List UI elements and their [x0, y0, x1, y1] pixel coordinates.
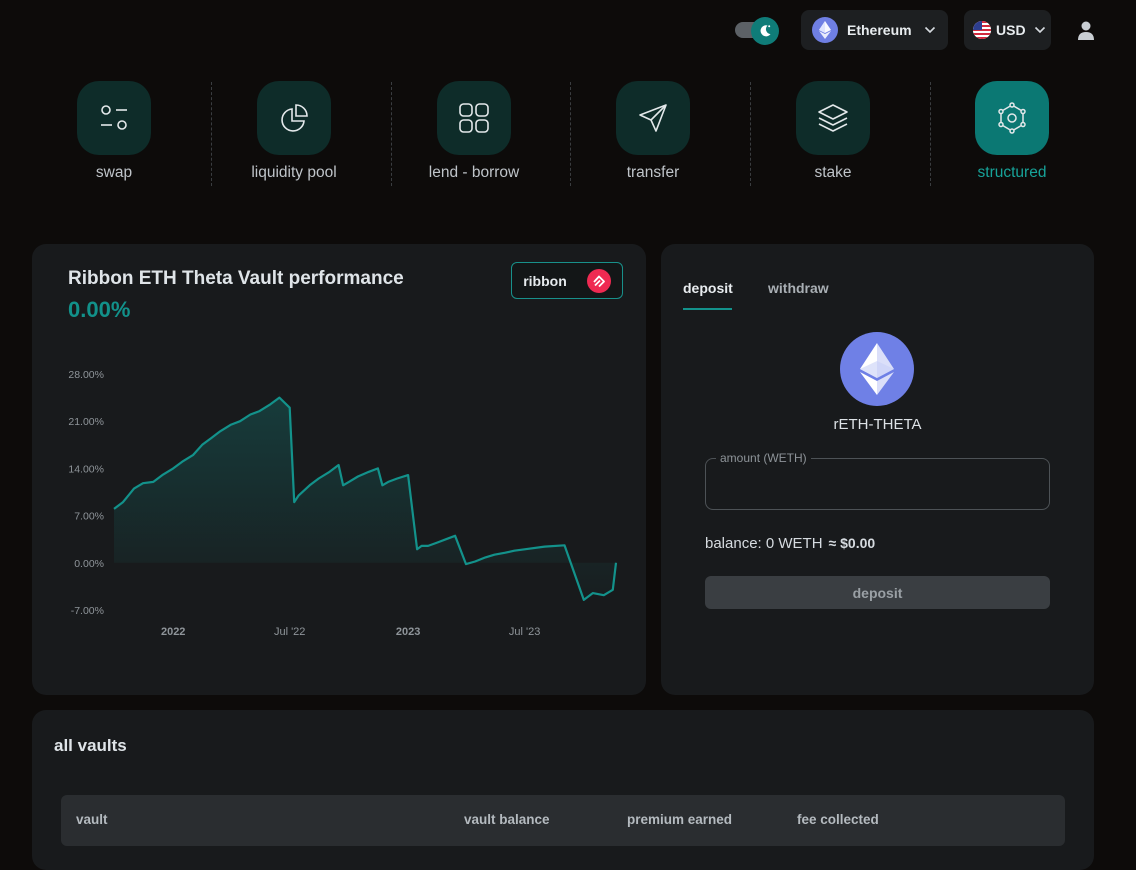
stake-tile[interactable] — [796, 81, 870, 155]
top-bar: Ethereum USD — [0, 0, 1136, 62]
pie-chart-icon — [281, 104, 308, 132]
all-vaults-title: all vaults — [54, 736, 127, 755]
balance-text: balance: 0 WETH — [705, 535, 823, 552]
deposit-button[interactable]: deposit — [705, 576, 1050, 609]
y-tick-label: -7.00% — [71, 605, 104, 617]
active-tab-indicator — [683, 308, 732, 310]
ethereum-icon — [840, 332, 914, 406]
action-label: structured — [977, 164, 1047, 181]
user-icon[interactable] — [1076, 20, 1096, 42]
all-vaults-card: all vaults vault vault balance premium e… — [32, 710, 1094, 870]
x-tick-label: 2023 — [396, 626, 420, 638]
column-header-fee-collected[interactable]: fee collected — [797, 812, 879, 827]
action-bar: swap liquidity pool lend - borrow transf… — [24, 80, 1112, 190]
ethereum-icon — [812, 17, 838, 43]
balance-usd: ≈ $0.00 — [828, 535, 876, 551]
swap-tile[interactable] — [77, 81, 151, 155]
action-label: liquidity pool — [251, 164, 337, 181]
action-stake[interactable]: stake — [743, 80, 923, 190]
layers-icon — [818, 104, 848, 132]
chevron-down-icon — [1034, 26, 1046, 34]
y-tick-label: 28.00% — [68, 369, 104, 381]
action-transfer[interactable]: transfer — [563, 80, 743, 190]
action-label: lend - borrow — [428, 164, 520, 181]
y-tick-label: 7.00% — [74, 511, 104, 523]
network-selector[interactable]: Ethereum — [801, 10, 948, 50]
amount-input[interactable] — [716, 471, 1040, 499]
deposit-card: deposit withdraw rETH-THETA amount (WETH… — [661, 244, 1094, 695]
vault-token-name: rETH-THETA — [833, 416, 922, 433]
currency-selector[interactable]: USD — [964, 10, 1051, 50]
column-header-vault[interactable]: vault — [76, 812, 108, 827]
vaults-table-header: vault vault balance premium earned fee c… — [61, 795, 1065, 846]
x-tick-label: Jul '23 — [509, 626, 540, 638]
swap-icon — [101, 105, 127, 130]
theme-toggle-knob — [751, 17, 779, 45]
action-liquidity-pool[interactable]: liquidity pool — [204, 80, 384, 190]
y-tick-label: 21.00% — [68, 416, 104, 428]
amount-label: amount (WETH) — [716, 451, 811, 465]
performance-chart: 28.00% 21.00% 14.00% 7.00% 0.00% -7.00% 2022 J… — [68, 369, 618, 638]
us-flag-icon — [973, 21, 991, 39]
grid-icon — [459, 103, 489, 133]
action-structured[interactable]: structured — [922, 80, 1102, 190]
liquidity-pool-tile[interactable] — [257, 81, 331, 155]
network-name: Ethereum — [847, 22, 912, 38]
atom-icon — [998, 102, 1026, 134]
theme-toggle[interactable] — [735, 17, 779, 45]
tab-deposit[interactable]: deposit — [683, 280, 733, 296]
moon-icon — [760, 25, 771, 37]
action-label: stake — [814, 164, 852, 181]
x-tick-label: 2022 — [161, 626, 185, 638]
column-header-premium-earned[interactable]: premium earned — [627, 812, 732, 827]
action-lend-borrow[interactable]: lend - borrow — [384, 80, 564, 190]
balance-info: balance: 0 WETH ≈ $0.00 — [705, 535, 875, 552]
performance-card: Ribbon ETH Theta Vault performance 0.00%… — [32, 244, 646, 695]
y-tick-label: 0.00% — [74, 558, 104, 570]
column-header-vault-balance[interactable]: vault balance — [464, 812, 550, 827]
currency-code: USD — [996, 22, 1026, 38]
action-label: transfer — [626, 164, 680, 181]
chevron-down-icon — [924, 26, 936, 34]
structured-tile[interactable] — [975, 81, 1049, 155]
amount-field[interactable]: amount (WETH) — [705, 451, 1050, 510]
send-icon — [639, 104, 667, 132]
lend-borrow-tile[interactable] — [437, 81, 511, 155]
action-label: swap — [95, 164, 133, 181]
action-swap[interactable]: swap — [24, 80, 204, 190]
chart-area-fill — [114, 397, 616, 600]
transfer-tile[interactable] — [616, 81, 690, 155]
x-tick-label: Jul '22 — [274, 626, 305, 638]
y-tick-label: 14.00% — [68, 463, 104, 475]
tab-withdraw[interactable]: withdraw — [768, 280, 829, 296]
